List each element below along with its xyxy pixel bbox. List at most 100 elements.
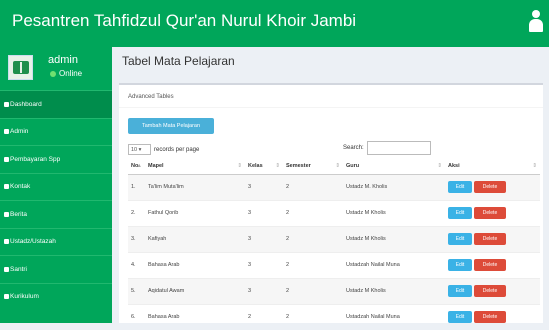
edit-button[interactable]: Edit: [448, 233, 472, 245]
cell-kelas: 3: [245, 173, 283, 200]
cell-mapel: Bahasa Arab: [145, 303, 245, 330]
cell-semester: 2: [283, 199, 343, 226]
sidebar-item-dashboard[interactable]: Dashboard: [0, 90, 112, 118]
column-header-kelas[interactable]: Kelas ⇕: [245, 159, 283, 175]
table-box: Advanced Tables Tambah Mata Pelajaran 10…: [119, 83, 543, 330]
user-name: admin: [48, 54, 78, 66]
delete-button[interactable]: Delete: [474, 259, 506, 271]
records-per-page-label: records per page: [154, 146, 200, 153]
table-row: 2. Fathul Qorib 3 2 Ustadz M Kholis Edit…: [128, 199, 540, 226]
sidebar-item-label: Pembayaran Spp: [10, 155, 61, 163]
menu-icon: [4, 239, 9, 245]
box-title: Advanced Tables: [119, 85, 543, 108]
search: Search:: [343, 141, 431, 155]
sidebar-item-santri[interactable]: Santri: [0, 255, 112, 283]
top-navbar: Pesantren Tahfidzul Qur'an Nurul Khoir J…: [0, 0, 549, 47]
sidebar-item-label: Ustadz/Ustazah: [10, 238, 56, 246]
cell-guru: Ustadzah Nailal Muna: [343, 251, 445, 278]
sidebar-item-kontak[interactable]: Kontak: [0, 172, 112, 200]
search-label: Search:: [343, 145, 364, 151]
edit-button[interactable]: Edit: [448, 259, 472, 271]
cell-aksi: Edit Delete: [445, 303, 540, 330]
cell-guru: Ustadz M. Kholis: [343, 173, 445, 200]
add-mapel-button[interactable]: Tambah Mata Pelajaran: [128, 118, 214, 134]
cell-mapel: Bahasa Arab: [145, 251, 245, 278]
menu-icon: [4, 129, 9, 135]
sort-icon: ⇕: [532, 163, 537, 169]
records-per-page-select[interactable]: 10 ▾: [128, 144, 151, 155]
column-header-guru[interactable]: Guru ⇕: [343, 159, 445, 175]
sidebar-item-label: Berita: [10, 210, 27, 218]
cell-aksi: Edit Delete: [445, 277, 540, 304]
sidebar-item-label: Admin: [10, 128, 29, 136]
table-row: 6. Bahasa Arab 2 2 Ustadzah Nailal Muna …: [128, 303, 540, 330]
delete-button[interactable]: Delete: [474, 285, 506, 297]
mapel-table: No ▲ Mapel ⇕ Kelas ⇕ Semester ⇕ Guru ⇕ Aksi ⇕ …: [128, 159, 540, 330]
table-row: 5. Aqidatul Awam 3 2 Ustadz M Kholis Edi…: [128, 277, 540, 304]
sidebar-item-kurikulum[interactable]: Kurikulum: [0, 282, 112, 310]
table-row: 1. Ta'lim Muta'lim 3 2 Ustadz M. Kholis …: [128, 173, 540, 200]
cell-no: 6.: [128, 303, 145, 330]
column-header-mapel[interactable]: Mapel ⇕: [145, 159, 245, 175]
cell-kelas: 3: [245, 199, 283, 226]
online-dot-icon: [50, 70, 56, 77]
user-panel: admin Online: [0, 47, 112, 90]
edit-button[interactable]: Edit: [448, 181, 472, 193]
delete-button[interactable]: Delete: [474, 233, 506, 245]
cell-no: 5.: [128, 277, 145, 304]
cell-mapel: Kafiyah: [145, 225, 245, 252]
table-header-row: No ▲ Mapel ⇕ Kelas ⇕ Semester ⇕ Guru ⇕ Aksi ⇕: [128, 159, 540, 175]
edit-button[interactable]: Edit: [448, 207, 472, 219]
user-icon[interactable]: [529, 10, 543, 32]
delete-button[interactable]: Delete: [474, 311, 506, 324]
sort-icon: ⇕: [237, 163, 242, 169]
sort-icon: ⇕: [437, 163, 442, 169]
cell-semester: 2: [283, 303, 343, 330]
sort-icon: ⇕: [335, 163, 340, 169]
cell-kelas: 3: [245, 251, 283, 278]
cell-mapel: Aqidatul Awam: [145, 277, 245, 304]
cell-aksi: Edit Delete: [445, 225, 540, 252]
cell-kelas: 2: [245, 303, 283, 330]
sidebar-item-ustadz[interactable]: Ustadz/Ustazah: [0, 227, 112, 255]
sidebar-item-berita[interactable]: Berita: [0, 200, 112, 228]
cell-mapel: Fathul Qorib: [145, 199, 245, 226]
cell-aksi: Edit Delete: [445, 251, 540, 278]
cell-semester: 2: [283, 225, 343, 252]
menu-icon: [4, 101, 9, 107]
cell-guru: Ustadz M Kholis: [343, 277, 445, 304]
sidebar-menu: Dashboard Admin Pembayaran Spp Kontak Be…: [0, 90, 112, 310]
menu-icon: [4, 294, 9, 300]
sidebar-item-admin[interactable]: Admin: [0, 117, 112, 145]
column-header-aksi[interactable]: Aksi ⇕: [445, 159, 540, 175]
records-per-page: 10 ▾ records per page: [128, 144, 199, 155]
cell-kelas: 3: [245, 225, 283, 252]
column-header-no[interactable]: No ▲: [128, 159, 145, 175]
menu-icon: [4, 266, 9, 272]
column-header-semester[interactable]: Semester ⇕: [283, 159, 343, 175]
cell-guru: Ustadz M Kholis: [343, 225, 445, 252]
delete-button[interactable]: Delete: [474, 181, 506, 193]
cell-no: 2.: [128, 199, 145, 226]
user-status: Online: [50, 69, 82, 78]
sidebar-item-label: Dashboard: [10, 100, 42, 108]
menu-icon: [4, 156, 9, 162]
records-per-page-value: 10: [131, 147, 138, 153]
cell-guru: Ustadzah Nailal Muna: [343, 303, 445, 330]
search-input[interactable]: [366, 141, 431, 155]
delete-button[interactable]: Delete: [474, 207, 506, 219]
cell-mapel: Ta'lim Muta'lim: [145, 173, 245, 200]
sidebar-item-pembayaran-spp[interactable]: Pembayaran Spp: [0, 145, 112, 173]
sidebar-item-label: Kurikulum: [10, 293, 39, 301]
menu-icon: [4, 184, 9, 190]
sort-icon: ▲: [136, 163, 142, 169]
cell-no: 1.: [128, 173, 145, 200]
edit-button[interactable]: Edit: [448, 311, 472, 324]
page-title: Tabel Mata Pelajaran: [122, 54, 235, 68]
sidebar: admin Online Dashboard Admin Pembayaran …: [0, 47, 112, 323]
sidebar-item-label: Kontak: [10, 183, 31, 191]
cell-aksi: Edit Delete: [445, 173, 540, 200]
menu-icon: [4, 211, 9, 217]
app-title: Pesantren Tahfidzul Qur'an Nurul Khoir J…: [12, 11, 357, 30]
edit-button[interactable]: Edit: [448, 285, 472, 297]
